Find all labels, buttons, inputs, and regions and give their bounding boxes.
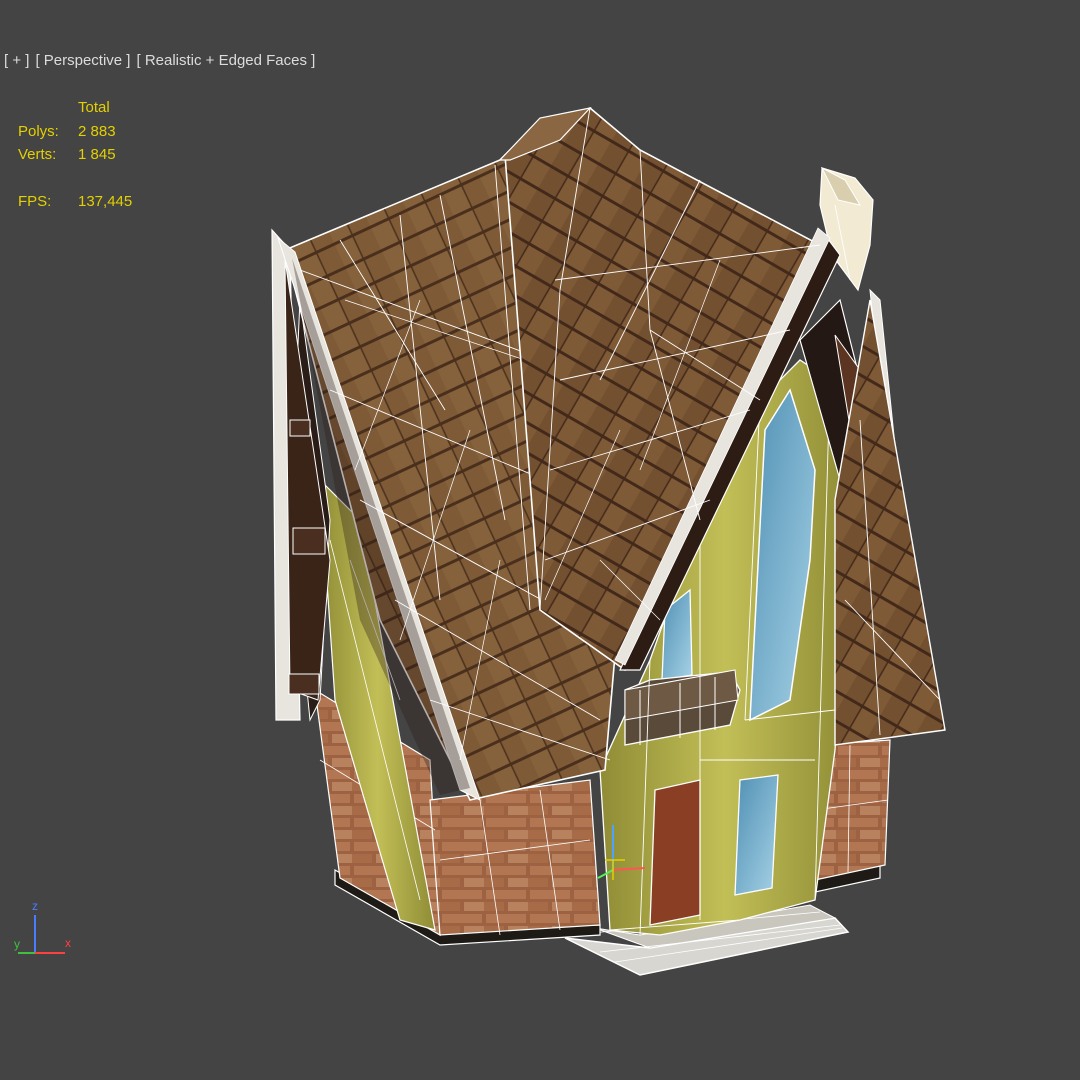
front-door [649,779,701,926]
house-model[interactable] [0,0,1080,1080]
axis-tripod: z y x [14,899,71,954]
axis-x-label: x [65,936,71,950]
axis-y-label: y [14,937,20,951]
axis-z-label: z [32,899,38,913]
3d-viewport[interactable]: [ + ] [ Perspective ] [ Realistic + Edge… [0,0,1080,1080]
lower-window [734,774,779,896]
